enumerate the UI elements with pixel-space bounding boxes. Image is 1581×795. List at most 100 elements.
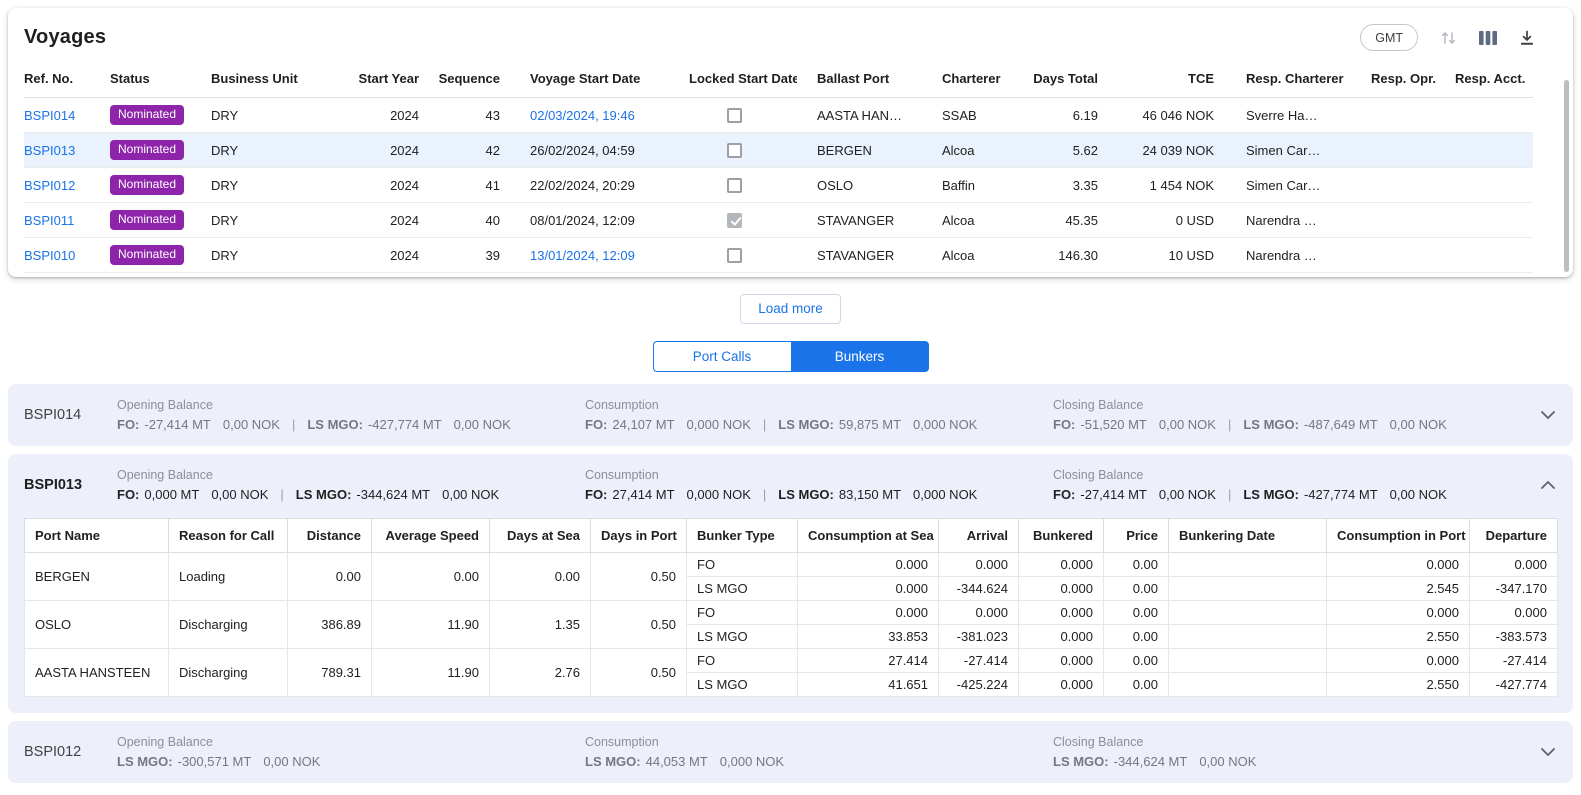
cell-days-total: 6.19	[1014, 98, 1106, 133]
voyages-column-header[interactable]: Resp. Opr.	[1347, 63, 1443, 98]
voyage-row[interactable]: BSPI010NominatedDRY20243913/01/2024, 12:…	[24, 238, 1533, 273]
cell-ballast-port: AASTA HAN…	[797, 98, 922, 133]
cell-start-year: 2024	[336, 238, 427, 273]
fuel-name: LS MGO:	[1053, 754, 1109, 769]
voyage-row[interactable]: BSPI011NominatedDRY20244008/01/2024, 12:…	[24, 203, 1533, 238]
cell-bunkered: 0.000	[1019, 673, 1104, 697]
voyages-column-header[interactable]: Business Unit	[211, 63, 336, 98]
separator: |	[1228, 487, 1231, 502]
voyages-column-header[interactable]: Start Year	[336, 63, 427, 98]
bunker-accordion-header[interactable]: BSPI014Opening BalanceFO:-27,414 MT0,00 …	[24, 384, 1557, 446]
voyages-column-header[interactable]: Status	[110, 63, 211, 98]
cell-arrival: -381.023	[939, 625, 1019, 649]
cell-ref-no: BSPI012	[24, 168, 110, 203]
fuel-value: 0,00 NOK	[211, 487, 268, 502]
cell-business-unit: DRY	[211, 238, 336, 273]
fuel-name: FO:	[1053, 487, 1075, 502]
download-icon[interactable]	[1519, 30, 1535, 46]
cell-days-in-port: 0.50	[591, 553, 687, 601]
load-more-button[interactable]: Load more	[740, 294, 841, 324]
cell-charterer: Baffin	[922, 168, 1014, 203]
fuel-value: 0,00 NOK	[263, 754, 320, 769]
bunker-sections: BSPI014Opening BalanceFO:-27,414 MT0,00 …	[0, 384, 1581, 783]
voyages-column-header[interactable]: Resp. Acct.	[1443, 63, 1533, 98]
sort-icon[interactable]	[1440, 30, 1457, 46]
voyage-row[interactable]: BSPI013NominatedDRY20244226/02/2024, 04:…	[24, 133, 1533, 168]
separator: |	[280, 487, 283, 502]
tab-port-calls[interactable]: Port Calls	[653, 341, 791, 372]
voyages-column-header[interactable]: Days Total	[1014, 63, 1106, 98]
columns-icon[interactable]	[1479, 31, 1497, 45]
cell-sequence: 40	[427, 203, 508, 238]
voyage-ref-link[interactable]: BSPI011	[24, 213, 74, 228]
voyages-column-header[interactable]: Ballast Port	[797, 63, 922, 98]
consumption-block: ConsumptionLS MGO:44,053 MT0,000 NOK	[585, 735, 1053, 769]
cell-locked-start-date	[665, 203, 797, 238]
port-column-header: Arrival	[939, 519, 1019, 553]
voyage-row[interactable]: BSPI014NominatedDRY20244302/03/2024, 19:…	[24, 98, 1533, 133]
cell-bunkering-date	[1169, 601, 1327, 625]
bunkers-port-table: Port NameReason for CallDistanceAverage …	[24, 518, 1558, 697]
voyages-column-header[interactable]: Sequence	[427, 63, 508, 98]
locked-start-date-checkbox[interactable]	[727, 213, 742, 228]
cell-voyage-start-date: 26/02/2024, 04:59	[508, 133, 665, 168]
cell-consumption-at-sea: 33.853	[798, 625, 939, 649]
voyages-column-header[interactable]: Charterer	[922, 63, 1014, 98]
balance-label: Consumption	[585, 735, 1053, 749]
cell-departure: 0.000	[1470, 601, 1558, 625]
cell-locked-start-date	[665, 98, 797, 133]
status-badge: Nominated	[110, 140, 184, 160]
chevron-down-icon[interactable]	[1539, 744, 1557, 760]
locked-start-date-checkbox[interactable]	[727, 248, 742, 263]
locked-start-date-checkbox[interactable]	[727, 143, 742, 158]
tab-bunkers[interactable]: Bunkers	[791, 341, 929, 372]
voyages-column-header[interactable]: TCE	[1106, 63, 1222, 98]
cell-days-in-port: 0.50	[591, 601, 687, 649]
voyage-ref-link[interactable]: BSPI010	[24, 248, 75, 263]
voyages-column-header[interactable]: Locked Start Date	[665, 63, 797, 98]
separator: |	[763, 417, 766, 432]
voyages-table: Ref. No.StatusBusiness UnitStart YearSeq…	[24, 63, 1533, 273]
fuel-value: 0,00 NOK	[1390, 487, 1447, 502]
cell-days-total: 45.35	[1014, 203, 1106, 238]
locked-start-date-checkbox[interactable]	[727, 178, 742, 193]
cell-days-at-sea: 2.76	[490, 649, 591, 697]
voyage-ref-link[interactable]: BSPI014	[24, 108, 75, 123]
voyages-column-header[interactable]: Resp. Charterer	[1222, 63, 1347, 98]
load-more-area: Load more	[0, 277, 1581, 335]
cell-ballast-port: BERGEN	[797, 133, 922, 168]
voyages-column-header[interactable]: Ref. No.	[24, 63, 110, 98]
cell-resp-charterer: Narendra …	[1222, 238, 1347, 273]
cell-start-year: 2024	[336, 203, 427, 238]
voyage-ref: BSPI013	[24, 477, 117, 493]
cell-consumption-at-sea: 41.651	[798, 673, 939, 697]
voyage-start-date[interactable]: 13/01/2024, 12:09	[530, 248, 635, 263]
port-fuel-row: AASTA HANSTEENDischarging789.3111.902.76…	[25, 649, 1558, 673]
timezone-button[interactable]: GMT	[1360, 24, 1418, 51]
balance-label: Consumption	[585, 398, 1053, 412]
status-badge: Nominated	[110, 210, 184, 230]
chevron-down-icon[interactable]	[1539, 407, 1557, 423]
cell-price: 0.00	[1104, 673, 1169, 697]
cell-distance: 0.00	[288, 553, 372, 601]
bunker-accordion-header[interactable]: BSPI012Opening BalanceLS MGO:-300,571 MT…	[24, 721, 1557, 783]
chevron-up-icon[interactable]	[1539, 477, 1557, 493]
cell-ref-no: BSPI010	[24, 238, 110, 273]
voyage-start-date[interactable]: 02/03/2024, 19:46	[530, 108, 635, 123]
cell-status: Nominated	[110, 98, 211, 133]
voyages-card: Voyages GMT	[8, 8, 1573, 277]
cell-consumption-in-port: 2.550	[1327, 673, 1470, 697]
bunker-accordion-header[interactable]: BSPI013Opening BalanceFO:0,000 MT0,00 NO…	[24, 454, 1557, 516]
cell-voyage-start-date: 13/01/2024, 12:09	[508, 238, 665, 273]
cell-tce: 1 454 NOK	[1106, 168, 1222, 203]
table-scrollbar[interactable]	[1564, 80, 1569, 272]
voyage-row[interactable]: BSPI012NominatedDRY20244122/02/2024, 20:…	[24, 168, 1533, 203]
locked-start-date-checkbox[interactable]	[727, 108, 742, 123]
fuel-value: 0,00 NOK	[1390, 417, 1447, 432]
voyages-column-header[interactable]: Voyage Start Date	[508, 63, 665, 98]
voyages-card-header: Voyages GMT	[8, 8, 1573, 63]
voyage-ref-link[interactable]: BSPI012	[24, 178, 75, 193]
cell-days-in-port: 0.50	[591, 649, 687, 697]
voyage-ref-link[interactable]: BSPI013	[24, 143, 75, 158]
cell-reason-for-call: Discharging	[169, 649, 288, 697]
